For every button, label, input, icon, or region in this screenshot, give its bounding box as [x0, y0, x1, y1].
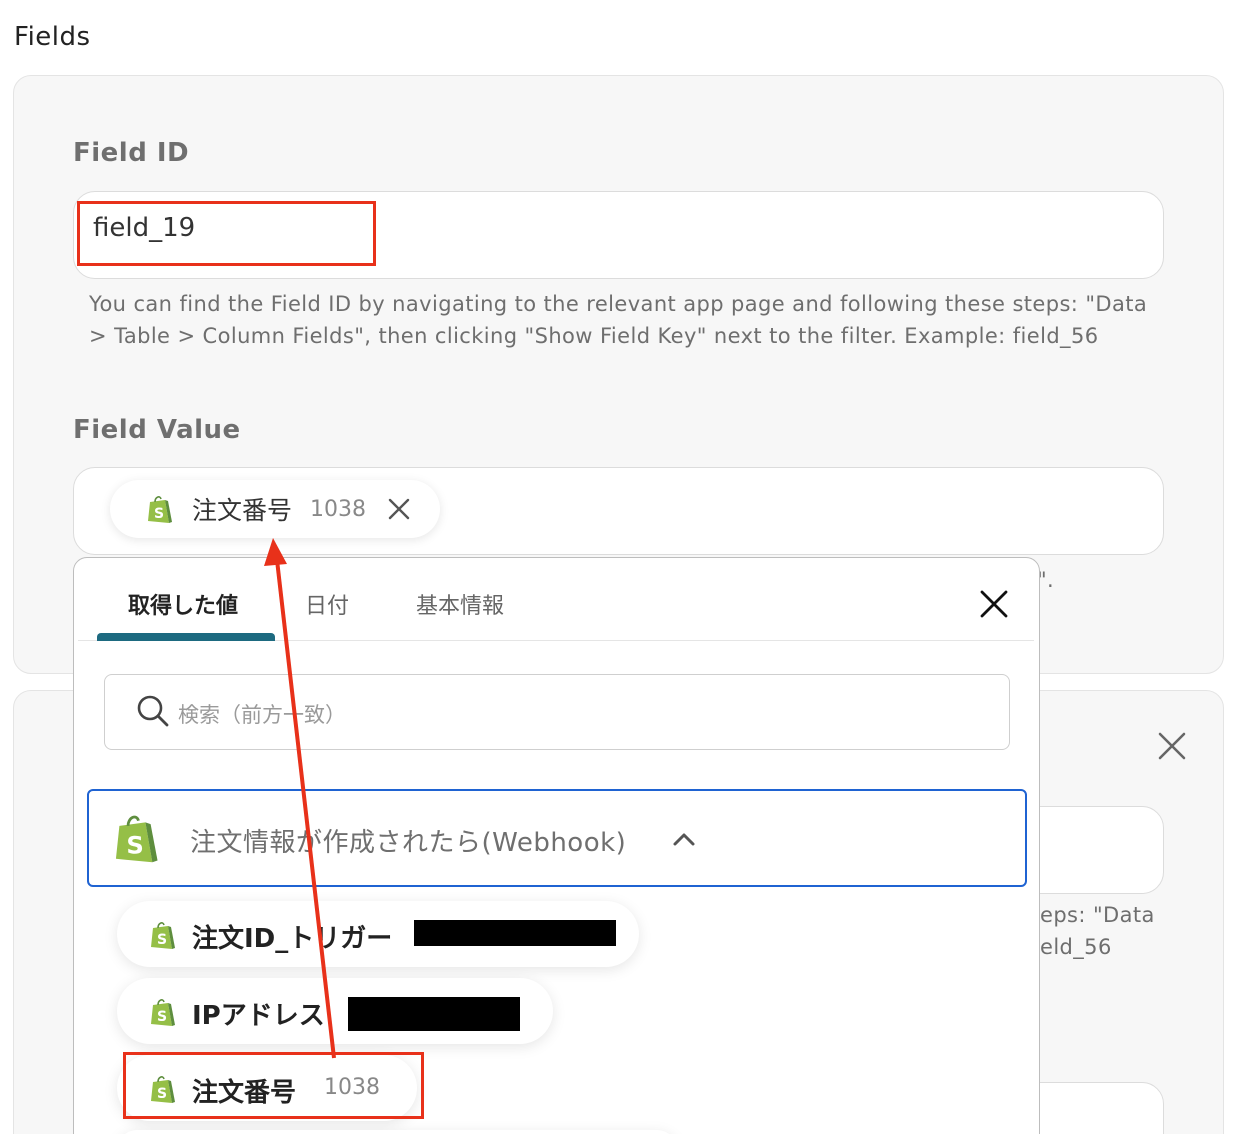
- annotation-arrow: [264, 538, 336, 1059]
